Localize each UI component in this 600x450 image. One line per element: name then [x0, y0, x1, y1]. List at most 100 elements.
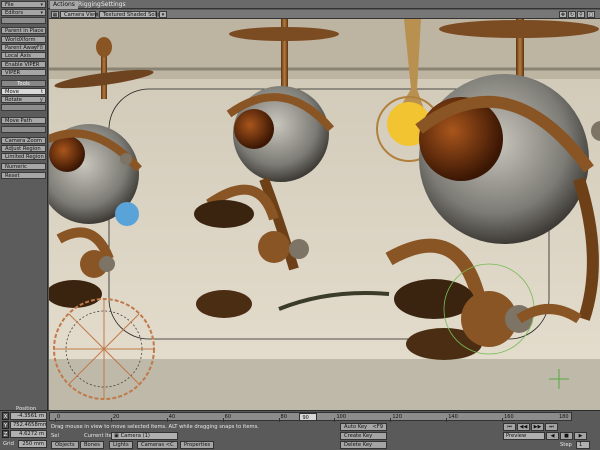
- play-forward-icon[interactable]: ▶: [574, 432, 587, 440]
- reset-button[interactable]: Reset: [1, 172, 46, 179]
- view-type-label: Camera View: [64, 12, 99, 18]
- numeric-button[interactable]: Numeric: [1, 163, 46, 170]
- jump-end-icon[interactable]: ⏭: [545, 423, 558, 431]
- parent-away-button[interactable]: Parent Away <F8: [1, 44, 46, 51]
- world-xform-button[interactable]: WorldXform: [1, 36, 46, 43]
- grid-size-field[interactable]: 250 mm: [18, 440, 47, 448]
- shading-mode-dropdown[interactable]: Textured Shaded Solid: [99, 11, 161, 18]
- timeline-tick-mark: [502, 418, 504, 422]
- lights-button[interactable]: Lights: [109, 441, 133, 449]
- timeline-tick-mark: [110, 418, 112, 422]
- local-axis-button[interactable]: Local Axis: [1, 52, 46, 59]
- top-tab-bar: Actions Rigging Settings: [0, 0, 600, 9]
- prev-key-icon[interactable]: ◀◀: [517, 423, 530, 431]
- timeline-tick-mark: [334, 418, 336, 422]
- next-key-icon[interactable]: ▶▶: [531, 423, 544, 431]
- timeline-tick-label: 60: [224, 414, 232, 420]
- play-back-icon[interactable]: ◀: [546, 432, 559, 440]
- disabled-button: [1, 126, 46, 133]
- file-menu[interactable]: File: [1, 1, 46, 8]
- wheel-gizmo: [53, 298, 155, 400]
- x-position-field[interactable]: -4.3561 m: [10, 412, 47, 420]
- properties-button[interactable]: Properties: [180, 441, 215, 449]
- timeline-tick-mark: [55, 418, 56, 422]
- timeline-tick-label: 160: [504, 414, 514, 420]
- z-position-field[interactable]: 4.6272 m: [10, 430, 47, 438]
- bones-button[interactable]: Bones: [80, 441, 104, 449]
- blue-sphere: [115, 202, 139, 226]
- y-axis-label: Y: [2, 421, 9, 429]
- preview-dropdown[interactable]: Preview: [503, 432, 545, 440]
- maximize-view-icon[interactable]: ▢: [587, 11, 595, 18]
- timeline-tick-label: 140: [448, 414, 458, 420]
- zoom-view-icon[interactable]: ⚲: [577, 11, 585, 18]
- cameras-shortcut: <C: [165, 442, 174, 448]
- tools-header: Tools: [1, 80, 46, 87]
- move-tool-button[interactable]: Move t: [1, 88, 46, 95]
- current-item-value: Camera (1): [120, 433, 150, 439]
- status-message: Drag mouse in view to move selected item…: [51, 424, 259, 430]
- rotate-tool-button[interactable]: Rotate y: [1, 96, 46, 103]
- shading-mode-label: Textured Shaded Solid: [103, 12, 161, 18]
- current-item-dropdown[interactable]: ▣ Camera (1): [111, 432, 178, 440]
- timeline-tick-label: 20: [112, 414, 120, 420]
- shortcut-label: y: [39, 97, 43, 103]
- auto-key-button[interactable]: Auto Key <F9: [340, 423, 387, 431]
- disabled-button: [1, 17, 46, 24]
- tab-settings[interactable]: Settings: [98, 1, 129, 9]
- bottom-panel: Position X -4.3561 m Y 752.4658mm Z 4.62…: [0, 406, 600, 450]
- step-label: Step: [560, 442, 572, 448]
- x-axis-label: X: [2, 412, 9, 420]
- z-axis-label: Z: [2, 430, 9, 438]
- shortcut-label: <F8: [32, 45, 43, 51]
- timeline-tick-label: 0: [57, 414, 61, 420]
- cameras-label: Cameras: [141, 442, 165, 448]
- camera-viewport[interactable]: [49, 19, 600, 410]
- step-field[interactable]: 1: [576, 441, 590, 449]
- create-key-button[interactable]: Create Key: [340, 432, 387, 440]
- floor-shade: [49, 359, 600, 410]
- timeline-current-frame-slider[interactable]: 90: [298, 413, 317, 421]
- view-type-dropdown[interactable]: Camera View: [60, 11, 99, 18]
- stop-icon[interactable]: ■: [560, 432, 573, 440]
- left-toolbar: File Editors Parent in Place WorldXform …: [0, 0, 48, 410]
- move-tool-label: Move: [5, 89, 19, 95]
- timeline-end-frame: 180: [559, 414, 569, 420]
- rotate-view-icon[interactable]: ↻: [568, 11, 576, 18]
- auto-key-shortcut: <F9: [372, 424, 383, 430]
- viewport-header: ▦ Camera View Textured Shaded Solid ▾ ✥ …: [49, 10, 600, 19]
- timeline-tick-label: 40: [168, 414, 176, 420]
- move-path-button[interactable]: Move Path: [1, 117, 46, 124]
- timeline-tick-mark: [166, 418, 168, 422]
- shortcut-label: t: [40, 89, 43, 95]
- grid-label: Grid: [3, 441, 14, 447]
- timeline-tick-label: 80: [280, 414, 287, 420]
- jump-start-icon[interactable]: ⏮: [503, 423, 516, 431]
- editors-menu[interactable]: Editors: [1, 9, 46, 16]
- viewport-settings-icon[interactable]: ▾: [159, 11, 167, 18]
- timeline-scrubber[interactable]: 0 20 40 60 80 100 120 140 160 90 180: [49, 412, 572, 422]
- cameras-button[interactable]: Cameras <C: [137, 441, 178, 449]
- delete-key-button[interactable]: Delete Key: [340, 441, 387, 449]
- camera-zoom-button[interactable]: Camera Zoom: [1, 137, 46, 144]
- timeline-tick-mark: [278, 418, 280, 422]
- rotate-tool-label: Rotate: [5, 97, 22, 103]
- disabled-button: [1, 104, 46, 111]
- timeline-tick-label: 100: [336, 414, 346, 420]
- tab-actions[interactable]: Actions: [50, 1, 78, 9]
- parent-in-place-button[interactable]: Parent in Place: [1, 27, 46, 34]
- objects-button[interactable]: Objects: [51, 441, 79, 449]
- timeline-tick-mark: [222, 418, 224, 422]
- timeline-tick-mark: [390, 418, 392, 422]
- viper-button[interactable]: VIPER: [1, 69, 46, 76]
- adjust-region-button[interactable]: Adjust Region: [1, 145, 46, 152]
- current-frame-label: 90: [302, 415, 309, 421]
- sel-label: Sel: [51, 433, 59, 439]
- auto-key-label: Auto Key: [344, 424, 368, 430]
- move-view-icon[interactable]: ✥: [559, 11, 567, 18]
- enable-viper-button[interactable]: Enable VIPER: [1, 61, 46, 68]
- scene-render: [49, 19, 600, 410]
- viewport-options-icon[interactable]: ▦: [51, 11, 59, 18]
- y-position-field[interactable]: 752.4658mm: [10, 421, 47, 429]
- limited-region-button[interactable]: Limited Region: [1, 153, 46, 160]
